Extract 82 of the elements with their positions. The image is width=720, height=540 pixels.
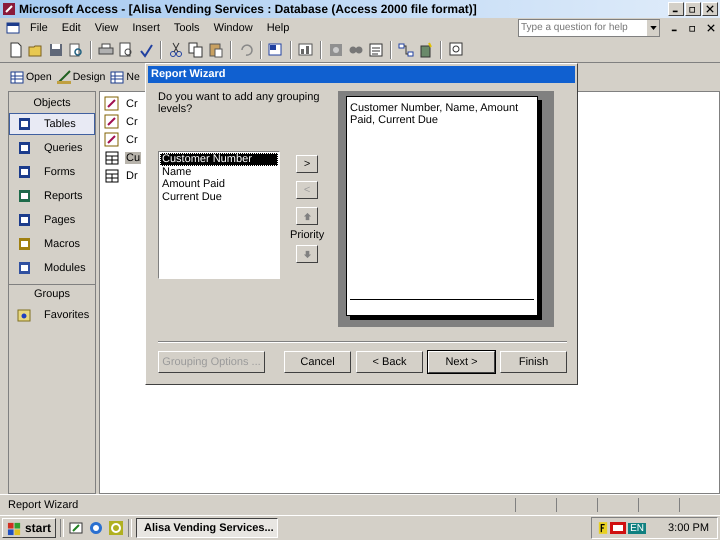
priority-down-button[interactable] (296, 245, 318, 263)
menu-item[interactable]: Edit (54, 22, 88, 34)
menu-item[interactable]: Window (206, 22, 260, 34)
taskbar-button[interactable]: Alisa Vending Services... (136, 518, 278, 538)
preview-text: Customer Number, Name, Amount Paid, Current Due (350, 102, 520, 128)
report-shortcut-icon (104, 114, 120, 130)
properties-icon[interactable] (368, 42, 384, 58)
preview-icon[interactable] (118, 42, 134, 58)
field-item[interactable]: Current Due (160, 190, 278, 203)
toolbar-button[interactable]: Open (8, 69, 53, 85)
document-icon[interactable] (8, 42, 24, 58)
printer-icon[interactable] (98, 42, 114, 58)
move-button[interactable]: > (296, 155, 318, 173)
field-item[interactable]: Amount Paid (160, 178, 278, 190)
object-type-item[interactable]: Macros (9, 233, 95, 255)
windows-flag-icon (7, 520, 22, 536)
menu-item[interactable]: File (23, 22, 55, 34)
object-type-item[interactable]: Forms (9, 161, 95, 183)
window-title: Microsoft Access - [Alisa Vending Services : Database (Access 2000 file format)] (19, 2, 477, 16)
macro-icon (16, 236, 32, 252)
menu-item[interactable]: View (88, 22, 126, 34)
close-button[interactable] (702, 2, 718, 16)
report-shortcut-icon (104, 132, 120, 148)
priority-label: Priority (290, 229, 324, 241)
document-menu-icon[interactable] (6, 20, 20, 34)
clock: 3:00 PM (668, 522, 709, 534)
copy-icon[interactable] (188, 42, 204, 58)
restore-icon (689, 5, 697, 13)
dialog-title: Report Wizard (148, 66, 575, 83)
section-header: Objects (32, 96, 72, 111)
browser-icon[interactable] (88, 520, 104, 536)
spelling-icon[interactable] (138, 42, 154, 58)
dialog-button[interactable]: Next > (428, 351, 496, 373)
object-type-item[interactable]: Pages (9, 209, 95, 231)
dialog-button[interactable]: Finish (500, 351, 568, 373)
group-item[interactable]: Favorites (9, 304, 95, 326)
field-item[interactable]: Customer Number (160, 153, 278, 166)
up-arrow-icon (302, 212, 312, 220)
report-shortcut-icon (104, 96, 120, 112)
object-type-item[interactable]: Tables (9, 113, 95, 135)
ruler-pencil-icon (56, 69, 72, 85)
folder-icon (16, 307, 32, 323)
dialog-button[interactable]: < Back (356, 351, 424, 373)
dialog-button[interactable]: Cancel (284, 351, 352, 373)
close-icon[interactable] (707, 24, 715, 32)
field-list[interactable]: Customer Number Name Amount Paid Current Due (158, 151, 280, 279)
toolbar-button[interactable]: Design (54, 69, 106, 85)
object-type-item[interactable]: Modules (9, 257, 95, 279)
scissors-icon[interactable] (168, 42, 184, 58)
database-object-item[interactable]: Cr (125, 98, 139, 110)
toolbar-button[interactable]: Ne (108, 69, 141, 85)
database-object-item[interactable]: Cr (125, 116, 139, 128)
prompt-text: Do you want to add any grouping levels? (158, 91, 320, 117)
menu-item[interactable]: Insert (125, 22, 167, 34)
down-arrow-icon (302, 250, 312, 258)
clipboard-icon[interactable] (208, 42, 224, 58)
relationships-icon[interactable] (398, 42, 414, 58)
font-icon[interactable] (598, 520, 608, 536)
dropdown-arrow-icon (650, 26, 656, 30)
section-header: Groups (9, 284, 95, 303)
word-document-icon[interactable] (268, 42, 284, 58)
magnifier-icon[interactable] (68, 42, 84, 58)
database-object-item[interactable]: Cu (125, 152, 142, 164)
menu-item[interactable]: Tools (166, 22, 207, 34)
object-type-item[interactable]: Reports (9, 185, 95, 207)
object-type-item[interactable]: Queries (9, 137, 95, 159)
field-item[interactable]: Name (160, 166, 278, 178)
status-text: Report Wizard (8, 499, 78, 511)
database-object-item[interactable]: Cr (125, 134, 139, 146)
priority-up-button[interactable] (296, 207, 318, 225)
chart-icon[interactable] (298, 42, 314, 58)
menu-item[interactable]: Help (260, 22, 296, 34)
minimize-button[interactable] (668, 2, 684, 16)
close-icon (706, 5, 714, 13)
start-button[interactable]: start (2, 518, 56, 538)
restore-icon[interactable] (689, 24, 697, 32)
new-object-icon[interactable] (418, 42, 434, 58)
restore-button[interactable] (685, 2, 701, 16)
help-search-field[interactable]: Type a question for help (518, 18, 660, 36)
ati-logo-icon[interactable] (610, 520, 626, 536)
language-indicator[interactable]: EN (628, 522, 646, 534)
database-object-item[interactable]: Dr (125, 170, 139, 182)
